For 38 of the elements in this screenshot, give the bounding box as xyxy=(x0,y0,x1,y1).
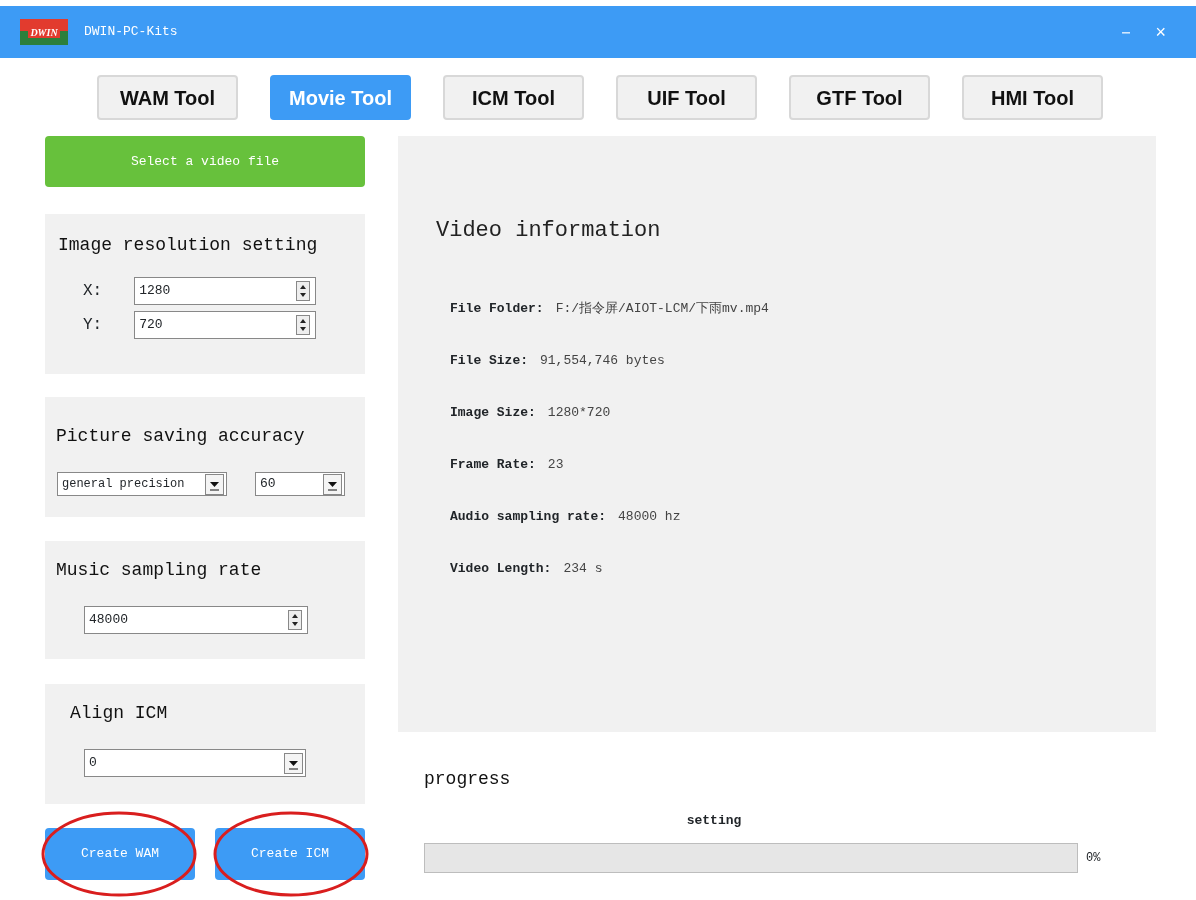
info-value: 91,554,746 bytes xyxy=(540,352,665,370)
tab[interactable]: HMI Tool xyxy=(962,75,1103,120)
number-field[interactable]: 48000 xyxy=(84,606,308,634)
panel-title: Image resolution setting xyxy=(57,234,319,257)
info-value: 234 s xyxy=(563,560,603,578)
field-label: X: xyxy=(83,281,103,302)
panel-title: Picture saving accuracy xyxy=(55,425,306,448)
dropdown[interactable]: general precision xyxy=(57,472,227,496)
info-label: Image Size: xyxy=(450,404,536,422)
info-label: File Folder: xyxy=(450,300,544,318)
info-label: Video Length: xyxy=(450,560,552,578)
panel-title: Align ICM xyxy=(69,702,169,725)
tab[interactable]: WAM Tool xyxy=(97,75,238,120)
info-value: F:/指令屏/AIOT-LCM/下雨mv.mp4 xyxy=(555,300,769,318)
info-title: Video information xyxy=(436,217,662,245)
logo-text: DWIN xyxy=(28,26,60,38)
dropdown[interactable]: 0 xyxy=(84,749,306,777)
spin-icon[interactable] xyxy=(288,610,302,630)
info-label: File Size: xyxy=(450,352,528,370)
field-label: Y: xyxy=(83,315,103,336)
progress-status: setting xyxy=(685,812,743,830)
progress-reading: 0% xyxy=(1086,849,1101,867)
info-value: 23 xyxy=(547,456,564,474)
number-field[interactable]: 720 xyxy=(134,311,317,339)
spin-icon[interactable] xyxy=(296,281,311,301)
dropdown[interactable]: 60 xyxy=(255,472,345,496)
info-value: 1280*720 xyxy=(547,404,611,422)
progress-title: progress xyxy=(424,768,512,791)
window-title: DWIN-PC-Kits xyxy=(84,23,178,42)
info-value: 48000 hz xyxy=(618,508,681,526)
tab[interactable]: UIF Tool xyxy=(616,75,757,120)
panel-title: Music sampling rate xyxy=(55,559,263,582)
spin-icon[interactable] xyxy=(296,315,311,335)
info-label: Frame Rate: xyxy=(450,456,536,474)
info-label: Audio sampling rate: xyxy=(450,508,607,526)
tab[interactable]: ICM Tool xyxy=(443,75,584,120)
tab[interactable]: GTF Tool xyxy=(789,75,930,120)
number-field[interactable]: 1280 xyxy=(134,277,317,305)
